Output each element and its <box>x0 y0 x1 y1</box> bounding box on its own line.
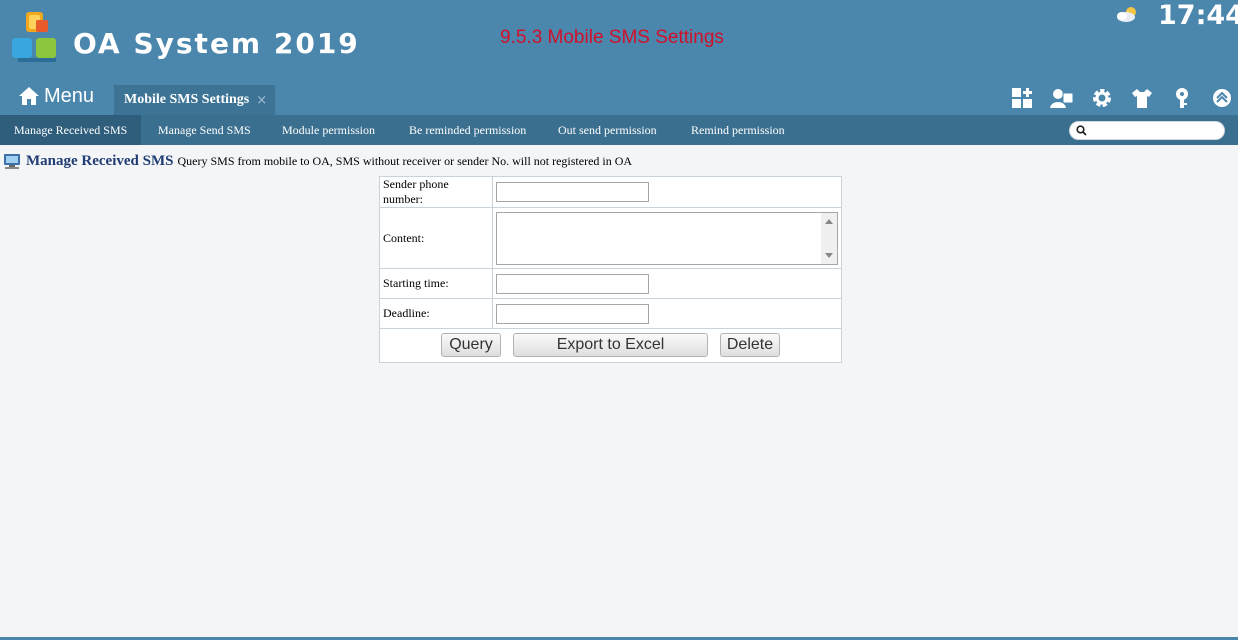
clock: 17:44 <box>1158 0 1238 31</box>
sender-phone-input[interactable] <box>496 182 649 202</box>
delete-button[interactable]: Delete <box>720 333 780 357</box>
form-row-buttons: Query Export to Excel Delete <box>379 328 842 363</box>
search-box <box>1069 121 1225 140</box>
chevron-up-icon[interactable] <box>1210 86 1234 110</box>
query-form: Sender phone number: Content: Starting t… <box>379 176 842 363</box>
app-title: OA System 2019 <box>73 27 360 60</box>
search-input[interactable] <box>1092 123 1220 138</box>
gear-icon[interactable] <box>1090 86 1114 110</box>
computer-icon <box>4 154 20 169</box>
shirt-icon[interactable] <box>1130 86 1154 110</box>
tab-mobile-sms-settings[interactable]: Mobile SMS Settings × <box>114 85 275 115</box>
content-header: Manage Received SMS Query SMS from mobil… <box>3 153 632 170</box>
form-row-content: Content: <box>379 207 842 269</box>
subnav-manage-received-sms[interactable]: Manage Received SMS <box>0 115 142 145</box>
close-icon[interactable]: × <box>256 93 267 108</box>
sub-navigation: Manage Received SMS Manage Send SMS Modu… <box>0 115 1238 145</box>
starting-time-input[interactable] <box>496 273 649 294</box>
sender-phone-label: Sender phone number: <box>379 176 493 208</box>
oa-logo-icon <box>12 12 56 62</box>
textarea-scrollbar[interactable] <box>821 212 837 264</box>
subnav-be-reminded-permission[interactable]: Be reminded permission <box>409 115 526 145</box>
page-title: Manage Received SMS <box>26 153 174 169</box>
toolbar <box>1010 86 1238 110</box>
search-icon[interactable] <box>1076 125 1087 136</box>
subnav-out-send-permission[interactable]: Out send permission <box>558 115 657 145</box>
grid-add-icon[interactable] <box>1010 86 1034 110</box>
menu-label: Menu <box>44 84 95 107</box>
key-icon[interactable] <box>1170 86 1194 110</box>
content-textarea[interactable] <box>497 212 821 264</box>
page-description: Query SMS from mobile to OA, SMS without… <box>177 154 633 168</box>
form-row-sender: Sender phone number: <box>379 176 842 208</box>
query-button[interactable]: Query <box>441 333 501 357</box>
user-puzzle-icon[interactable] <box>1050 86 1074 110</box>
subnav-module-permission[interactable]: Module permission <box>282 115 375 145</box>
tab-label: Mobile SMS Settings <box>124 92 250 107</box>
form-row-deadline: Deadline: <box>379 298 842 329</box>
content-label: Content: <box>379 207 493 269</box>
subnav-manage-send-sms[interactable]: Manage Send SMS <box>158 115 251 145</box>
starting-time-label: Starting time: <box>379 268 493 299</box>
form-row-start: Starting time: <box>379 268 842 299</box>
subnav-remind-permission[interactable]: Remind permission <box>691 115 785 145</box>
menu-button[interactable]: Menu <box>18 82 94 110</box>
content-textarea-wrap <box>496 211 838 265</box>
partly-cloudy-icon <box>1117 7 1136 22</box>
export-to-excel-button[interactable]: Export to Excel <box>513 333 708 357</box>
deadline-input[interactable] <box>496 303 649 324</box>
page-heading: 9.5.3 Mobile SMS Settings <box>500 27 724 48</box>
deadline-label: Deadline: <box>379 298 493 329</box>
top-header: OA System 2019 9.5.3 Mobile SMS Settings… <box>0 0 1238 115</box>
home-icon <box>19 87 39 105</box>
